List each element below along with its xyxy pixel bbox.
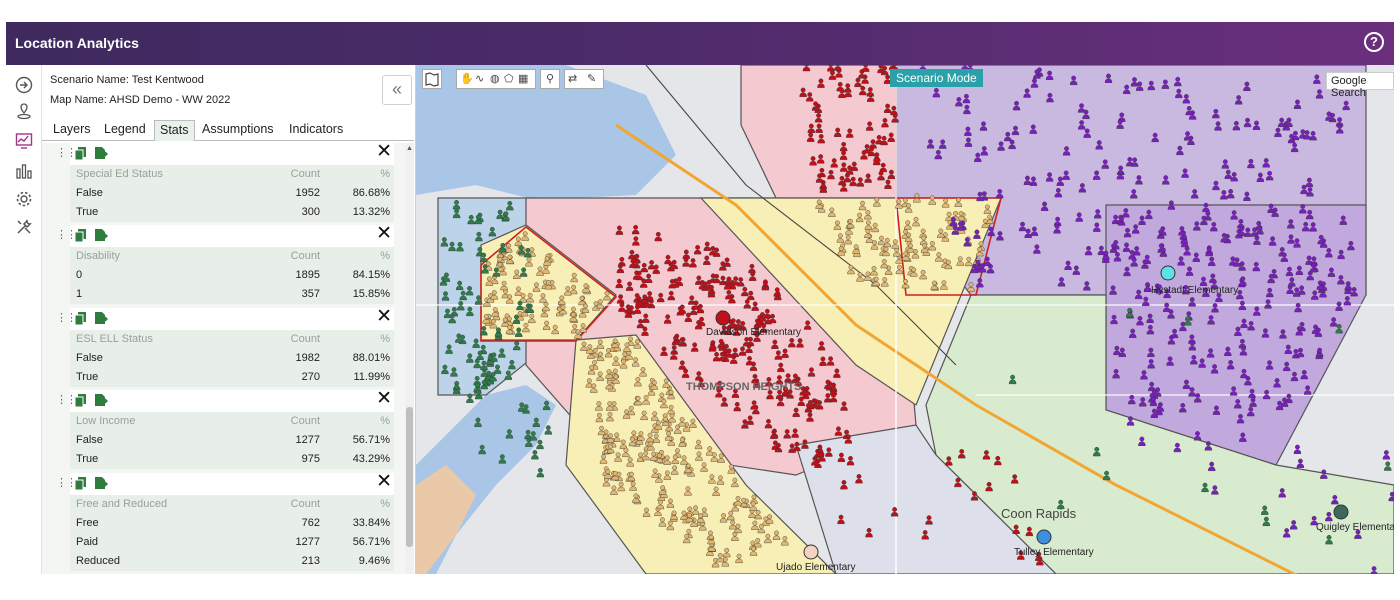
table-row: Free 762 33.84%	[76, 517, 390, 529]
stats-list: ⋮⋮ ✕ Special Ed Status Count% False 1952 86…	[42, 143, 414, 574]
school-label: Ujado Elementary	[776, 562, 855, 573]
table-row: 0 1895 84.15%	[76, 269, 390, 281]
scrollbar-thumb[interactable]	[406, 407, 413, 547]
circle-tool-icon[interactable]: ◍	[490, 72, 500, 85]
map-view[interactable]: Davidson Elementary Hystadt Elementary T…	[416, 65, 1394, 574]
export-icon[interactable]	[94, 311, 108, 325]
school-apple-icon[interactable]	[1160, 265, 1176, 281]
drag-handle-icon[interactable]: ⋮⋮	[56, 146, 77, 159]
navigate-arrow-icon[interactable]	[14, 75, 34, 95]
swap-icon[interactable]: ⇄	[568, 72, 577, 85]
place-label: THOMPSON HEIGHTS	[686, 381, 802, 393]
copy-icon[interactable]	[74, 476, 88, 490]
drag-handle-icon[interactable]: ⋮⋮	[56, 476, 77, 489]
location-pin-icon[interactable]	[14, 101, 34, 121]
google-search-input[interactable]: Google Search	[1326, 72, 1394, 99]
table-row: False 1277 56.71%	[76, 434, 390, 446]
table-row: True 270 11.99%	[76, 371, 390, 383]
scenario-mode-badge: Scenario Mode	[890, 69, 983, 87]
table-row: False 1982 88.01%	[76, 352, 390, 364]
pin-button[interactable]: ⚲	[540, 69, 560, 89]
stats-scrollbar[interactable]: ▲	[405, 143, 414, 574]
copy-icon[interactable]	[74, 228, 88, 242]
analytics-monitor-icon[interactable]	[14, 131, 34, 151]
table-row: True 300 13.32%	[76, 206, 390, 218]
copy-icon[interactable]	[74, 146, 88, 160]
top-bar: Location Analytics ?	[6, 22, 1394, 65]
polygon-tool-icon[interactable]: ⬠	[504, 72, 514, 85]
basemap-button[interactable]	[422, 69, 442, 89]
table-header: ESL ELL Status Count%	[76, 333, 390, 345]
map-name: Map Name: AHSD Demo - WW 2022	[50, 94, 231, 106]
close-card-button[interactable]: ✕	[376, 472, 392, 492]
drag-handle-icon[interactable]: ⋮⋮	[56, 228, 77, 241]
pin-icon: ⚲	[546, 73, 555, 85]
panel-tabs: Layers Legend Stats Assumptions Indicato…	[42, 117, 414, 141]
table-row: Reduced 213 9.46%	[76, 555, 390, 567]
drag-handle-icon[interactable]: ⋮⋮	[56, 311, 77, 324]
app-window: Location Analytics ? Scenario Name: Test…	[6, 22, 1394, 574]
hand-pan-icon[interactable]: ✋	[460, 72, 474, 85]
collapse-panel-button[interactable]: «	[382, 75, 412, 105]
table-header: Special Ed Status Count%	[76, 168, 390, 180]
stat-card-esl-ell: ⋮⋮ ✕ ESL ELL Status Count% False 1982 88.01…	[56, 307, 394, 387]
school-apple-icon[interactable]	[1333, 504, 1349, 520]
help-icon[interactable]: ?	[1364, 32, 1384, 52]
stat-card-disability: ⋮⋮ ✕ Disability Count% 0 1895 84.15% 1 357 15…	[56, 224, 394, 304]
icon-rail	[6, 65, 42, 574]
table-row: Paid 1277 56.71%	[76, 536, 390, 548]
close-card-button[interactable]: ✕	[376, 143, 392, 162]
copy-icon[interactable]	[74, 311, 88, 325]
polyline-icon[interactable]: ∿	[475, 72, 484, 85]
place-label: Coon Rapids	[1001, 506, 1077, 521]
tab-assumptions[interactable]: Assumptions	[197, 120, 279, 141]
school-label: Davidson Elementary	[706, 327, 801, 338]
table-header: Free and Reduced Count%	[76, 498, 390, 510]
map-icon	[425, 72, 439, 87]
school-label: Quigley Elementary	[1316, 522, 1394, 533]
tools-icon[interactable]	[14, 217, 34, 237]
export-icon[interactable]	[94, 228, 108, 242]
school-apple-icon[interactable]	[803, 544, 819, 560]
table-row: 1 357 15.85%	[76, 288, 390, 300]
table-header: Disability Count%	[76, 250, 390, 262]
close-card-button[interactable]: ✕	[376, 307, 392, 327]
stat-card-free-reduced: ⋮⋮ ✕ Free and Reduced Count% Free 762 33.84…	[56, 472, 394, 571]
pencil-icon[interactable]: ✎	[587, 72, 596, 85]
rectangle-tool-icon[interactable]: ▦	[518, 72, 528, 85]
tab-stats[interactable]: Stats	[154, 120, 195, 141]
edit-tools-group: ⇄ ✎	[564, 69, 604, 89]
table-header: Low Income Count%	[76, 415, 390, 427]
settings-gear-icon[interactable]	[14, 189, 34, 209]
tab-layers[interactable]: Layers	[48, 120, 96, 141]
export-icon[interactable]	[94, 146, 108, 160]
scroll-up-arrow-icon[interactable]: ▲	[406, 145, 413, 152]
school-label: Tulley Elementary	[1014, 547, 1094, 558]
draw-tools-group: ✋ ∿ ◍ ⬠ ▦	[456, 69, 536, 89]
tab-indicators[interactable]: Indicators	[284, 120, 348, 141]
copy-icon[interactable]	[74, 393, 88, 407]
table-row: True 975 43.29%	[76, 453, 390, 465]
drag-handle-icon[interactable]: ⋮⋮	[56, 393, 77, 406]
export-icon[interactable]	[94, 476, 108, 490]
tab-legend[interactable]: Legend	[99, 120, 151, 141]
close-card-button[interactable]: ✕	[376, 389, 392, 409]
export-icon[interactable]	[94, 393, 108, 407]
app-title: Location Analytics	[15, 35, 139, 51]
side-panel: Scenario Name: Test Kentwood Map Name: A…	[42, 65, 416, 574]
school-label: Hystadt Elementary	[1151, 285, 1238, 296]
school-apple-icon[interactable]	[1036, 529, 1052, 545]
scenario-name: Scenario Name: Test Kentwood	[50, 74, 204, 86]
stat-card-low-income: ⋮⋮ ✕ Low Income Count% False 1277 56.71% Tr…	[56, 389, 394, 469]
stat-card-special-ed: ⋮⋮ ✕ Special Ed Status Count% False 1952 86…	[56, 143, 394, 222]
bar-chart-icon[interactable]	[14, 161, 34, 181]
school-apple-icon[interactable]	[715, 310, 731, 326]
close-card-button[interactable]: ✕	[376, 224, 392, 244]
table-row: False 1952 86.68%	[76, 187, 390, 199]
map-canvas[interactable]: Davidson Elementary Hystadt Elementary T…	[416, 65, 1394, 574]
